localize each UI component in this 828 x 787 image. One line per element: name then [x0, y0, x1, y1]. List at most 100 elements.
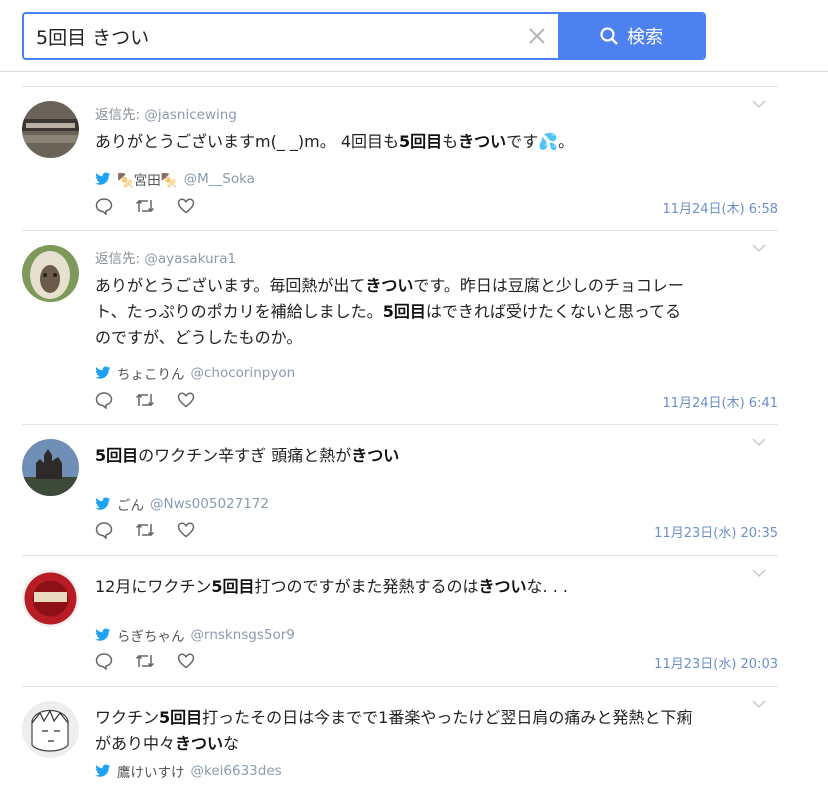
like-button[interactable]	[177, 652, 195, 670]
like-button[interactable]	[177, 197, 195, 215]
avatar[interactable]	[22, 570, 79, 627]
reply-button[interactable]	[95, 197, 113, 215]
text-segment: はできれば受けたくないと思ってる	[425, 302, 682, 321]
avatar[interactable]	[22, 101, 79, 158]
text-segment: ありがとうございます。毎回熱が出て	[95, 276, 366, 295]
author-name[interactable]: 鷹けいすけ	[117, 761, 185, 781]
text-segment: ワクチン	[95, 708, 160, 727]
like-button[interactable]	[177, 391, 195, 409]
close-icon	[529, 28, 545, 44]
reply-icon	[95, 392, 113, 409]
retweet-button[interactable]	[135, 521, 155, 539]
retweet-icon	[135, 654, 155, 668]
text-segment: のワクチン辛すぎ 頭痛と熱が	[138, 446, 352, 465]
reply-to-handle[interactable]: @ayasakura1	[144, 251, 236, 267]
tweet-text: ワクチン5回目打ったその日は今までで1番楽やったけど翌日肩の痛みと発熱と下痢 があ…	[95, 705, 735, 757]
heart-icon	[177, 392, 195, 408]
text-segment: な. . .	[526, 577, 568, 596]
twitter-bird-icon	[95, 628, 111, 641]
text-segment: な	[223, 734, 240, 753]
tweet-timestamp[interactable]: 11月24日(木) 6:41	[662, 392, 778, 411]
search-icon	[600, 27, 618, 45]
tweet: 12月にワクチン5回目打つのですがまた発熱するのはきついな. . . らぎちゃん…	[22, 556, 778, 687]
author-name[interactable]: 🍢宮田🍢	[117, 169, 178, 189]
author-name[interactable]: ちょこりん	[117, 363, 185, 383]
sweat-emoji: 💦	[538, 132, 559, 151]
avatar[interactable]	[22, 245, 79, 302]
author-handle[interactable]: @M__Soka	[184, 171, 255, 187]
author-handle[interactable]: @Nws005027172	[150, 496, 269, 512]
author-handle[interactable]: @rnsknsgs5or9	[191, 627, 295, 643]
retweet-icon	[135, 523, 155, 537]
tweet-text: ありがとうございます。毎回熱が出てきついです。昨日は豆腐と少しのチョコレート、た…	[95, 273, 735, 351]
reply-to-label: 返信先:	[95, 251, 141, 267]
like-button[interactable]	[177, 521, 195, 539]
avatar[interactable]	[22, 701, 79, 758]
highlight-term: きつい	[365, 276, 414, 295]
author-handle[interactable]: @kei6633des	[191, 763, 282, 779]
tweet-author: ちょこりん @chocorinpyon	[95, 363, 295, 383]
retweet-icon	[135, 199, 155, 213]
tweet-body: 返信先: @jasnicewing ありがとうございますm(_ _)m。 4回目…	[95, 103, 778, 155]
reply-button[interactable]	[95, 391, 113, 409]
text-segment: です	[506, 132, 539, 151]
author-name[interactable]: らぎちゃん	[117, 625, 185, 645]
tweet-body: 12月にワクチン5回目打つのですがまた発熱するのはきついな. . .	[95, 568, 778, 600]
search-button-label: 検索	[627, 27, 663, 48]
search-input[interactable]	[24, 14, 516, 58]
twitter-bird-icon	[95, 172, 111, 185]
twitter-bird-icon	[95, 764, 111, 777]
avatar[interactable]	[22, 439, 79, 496]
highlight-term: 5回目	[211, 577, 255, 596]
text-segment: 打ったその日は今までで1番楽やったけど翌日肩の痛みと発熱と下痢	[202, 708, 693, 727]
text-segment: ありがとうございますm(_ _)m。 4回目も	[95, 132, 400, 151]
reply-button[interactable]	[95, 652, 113, 670]
heart-icon	[177, 198, 195, 214]
highlight-term: 5回目	[399, 132, 443, 151]
tweet-author: 🍢宮田🍢 @M__Soka	[95, 169, 255, 189]
reply-to-handle[interactable]: @jasnicewing	[144, 107, 237, 123]
tweet-body: ワクチン5回目打ったその日は今までで1番楽やったけど翌日肩の痛みと発熱と下痢 があ…	[95, 699, 778, 757]
tweet-actions	[95, 391, 195, 409]
search-button[interactable]: 検索	[558, 14, 704, 58]
search-header: 検索	[0, 0, 828, 72]
reply-icon	[95, 522, 113, 539]
text-segment: 12月にワクチン	[95, 577, 212, 596]
tweet-actions	[95, 197, 195, 215]
reply-to-label: 返信先:	[95, 107, 141, 123]
heart-icon	[177, 653, 195, 669]
retweet-button[interactable]	[135, 391, 155, 409]
clear-search-button[interactable]	[516, 14, 558, 58]
retweet-button[interactable]	[135, 652, 155, 670]
text-segment: があり中々	[95, 734, 176, 753]
retweet-icon	[135, 393, 155, 407]
highlight-term: 5回目	[95, 446, 139, 465]
twitter-bird-icon	[95, 497, 111, 510]
reply-button[interactable]	[95, 521, 113, 539]
tweet-timestamp[interactable]: 11月23日(水) 20:03	[654, 653, 778, 672]
highlight-term: きつい	[351, 446, 400, 465]
search-box: 検索	[22, 12, 706, 60]
text-segment: です。昨日は豆腐と少しのチョコレー	[413, 276, 684, 295]
tweet-timestamp[interactable]: 11月23日(水) 20:35	[654, 522, 778, 541]
tweet-actions	[95, 521, 195, 539]
text-segment: 。	[558, 132, 575, 151]
tweet: 返信先: @jasnicewing ありがとうございますm(_ _)m。 4回目…	[22, 87, 778, 231]
highlight-term: きつい	[478, 577, 527, 596]
reply-to: 返信先: @ayasakura1	[95, 247, 778, 267]
highlight-term: 5回目	[382, 302, 426, 321]
author-name[interactable]: ごん	[117, 494, 144, 514]
tweet-author: ごん @Nws005027172	[95, 494, 269, 514]
text-segment: 打つのですがまた発熱するのは	[254, 577, 479, 596]
tweet-body: 返信先: @ayasakura1 ありがとうございます。毎回熱が出てきついです。…	[95, 247, 778, 351]
reply-icon	[95, 653, 113, 670]
author-handle[interactable]: @chocorinpyon	[191, 365, 296, 381]
tweet: ワクチン5回目打ったその日は今までで1番楽やったけど翌日肩の痛みと発熱と下痢 があ…	[22, 687, 778, 787]
text-segment: のですが、どうしたものか。	[95, 328, 303, 347]
text-segment: ト、たっぷりのポカリを補給しました。	[95, 302, 383, 321]
retweet-button[interactable]	[135, 197, 155, 215]
twitter-bird-icon	[95, 366, 111, 379]
tweet-author: らぎちゃん @rnsknsgs5or9	[95, 625, 295, 645]
tweet-text: 12月にワクチン5回目打つのですがまた発熱するのはきついな. . .	[95, 574, 735, 600]
tweet-timestamp[interactable]: 11月24日(木) 6:58	[662, 198, 778, 217]
